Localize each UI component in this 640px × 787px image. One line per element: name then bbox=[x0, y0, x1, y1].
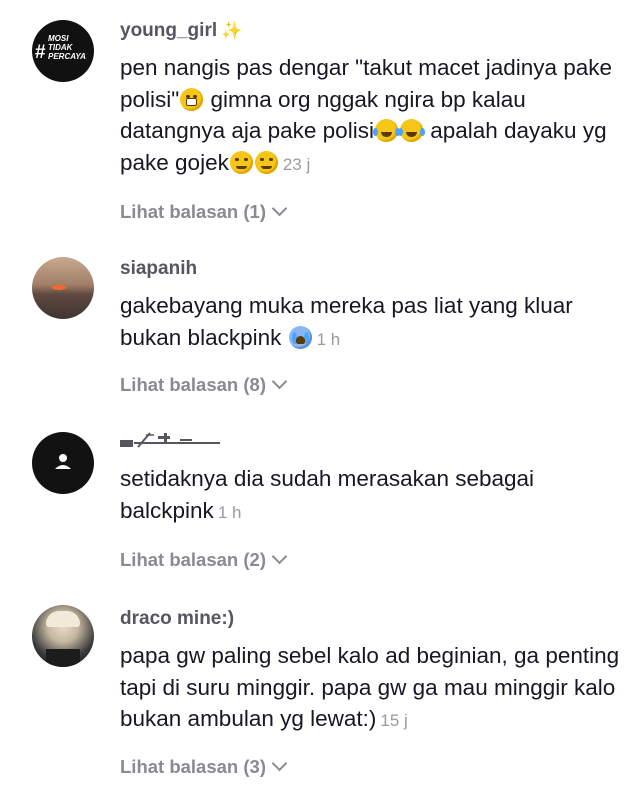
chevron-down-icon bbox=[271, 373, 288, 390]
comment-body: young_girl ✨ pen nangis pas dengar "takut… bbox=[120, 20, 620, 180]
timestamp: 1 h bbox=[217, 502, 242, 522]
comment-text: setidaknya dia sudah merasakan sebagai b… bbox=[120, 466, 535, 523]
laugh-cry-emoji bbox=[372, 119, 400, 142]
avatar[interactable] bbox=[32, 432, 94, 494]
relieved-emoji bbox=[254, 150, 278, 174]
laugh-cry-emoji bbox=[397, 119, 425, 142]
view-replies-button[interactable]: Lihat balasan (1) bbox=[120, 200, 288, 223]
username-glyph-icon[interactable] bbox=[120, 430, 230, 450]
default-avatar-icon bbox=[55, 454, 71, 469]
view-replies-button[interactable]: Lihat balasan (2) bbox=[120, 548, 288, 571]
relieved-emoji bbox=[229, 150, 253, 174]
grimace-emoji bbox=[180, 87, 204, 111]
comment-body: setidaknya dia sudah merasakan sebagai b… bbox=[120, 430, 620, 528]
timestamp: 15 j bbox=[380, 711, 408, 730]
avatar[interactable] bbox=[32, 257, 94, 319]
username[interactable]: siapanih bbox=[120, 258, 620, 280]
comment-text: gakebayang muka mereka pas liat yang klu… bbox=[120, 293, 573, 350]
comment-body: draco mine:) papa gw paling sebel kalo a… bbox=[120, 608, 620, 737]
timestamp: 23 j bbox=[282, 154, 311, 174]
sparkle-icon: ✨ bbox=[221, 21, 243, 40]
chevron-down-icon bbox=[271, 548, 288, 565]
comment-list: # MOSI TIDAK PERCAYA young_girl ✨ pen nan… bbox=[0, 0, 640, 787]
username[interactable]: young_girl ✨ bbox=[120, 20, 620, 42]
view-replies-button[interactable]: Lihat balasan (8) bbox=[120, 373, 288, 396]
avatar-logo-text: MOSI TIDAK PERCAYA bbox=[48, 34, 86, 61]
avatar[interactable]: # MOSI TIDAK PERCAYA bbox=[32, 20, 94, 82]
username[interactable]: draco mine:) bbox=[120, 608, 620, 630]
avatar[interactable] bbox=[32, 605, 94, 667]
chevron-down-icon bbox=[271, 755, 288, 772]
chevron-down-icon bbox=[271, 200, 288, 217]
hash-logo-icon: # bbox=[35, 42, 46, 63]
comment-text: papa gw paling sebel kalo ad beginian, g… bbox=[120, 643, 620, 731]
view-replies-button[interactable]: Lihat balasan (3) bbox=[120, 755, 288, 778]
comment-text: pen nangis pas dengar "takut macet jadin… bbox=[120, 55, 613, 175]
wail-emoji bbox=[288, 325, 312, 349]
comment-body: siapanih gakebayang muka mereka pas liat… bbox=[120, 258, 620, 355]
timestamp: 1 h bbox=[316, 329, 341, 349]
